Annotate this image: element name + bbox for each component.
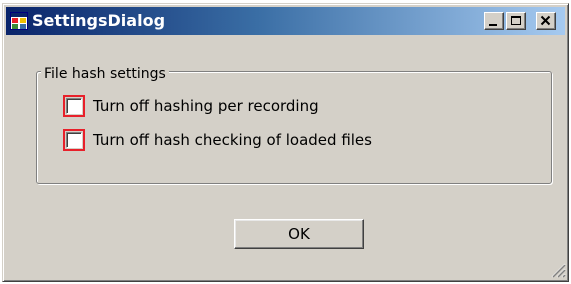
close-button[interactable] [536,12,556,30]
hash-checking-loaded-files-option[interactable]: Turn off hash checking of loaded files [63,127,372,153]
close-icon [540,15,551,26]
checkbox-label[interactable]: Turn off hashing per recording [93,97,319,115]
group-label: File hash settings [41,66,169,82]
checkbox-highlight [63,129,85,151]
window-title: SettingsDialog [32,11,166,30]
minimize-button[interactable] [484,12,504,30]
maximize-icon [511,16,521,25]
hash-checking-loaded-files-checkbox[interactable] [66,132,82,148]
checkbox-highlight [63,95,85,117]
checkbox-label[interactable]: Turn off hash checking of loaded files [93,131,372,149]
minimize-icon [489,24,497,26]
ok-button[interactable]: OK [234,219,364,249]
hashing-per-recording-option[interactable]: Turn off hashing per recording [63,93,319,119]
title-bar[interactable]: SettingsDialog [6,7,565,35]
app-window-icon [10,12,28,30]
hashing-per-recording-checkbox[interactable] [66,98,82,114]
maximize-button[interactable] [506,12,526,30]
resize-grip-icon[interactable] [548,260,566,278]
settings-dialog-window: SettingsDialog File hash settings Turn o… [2,3,569,282]
